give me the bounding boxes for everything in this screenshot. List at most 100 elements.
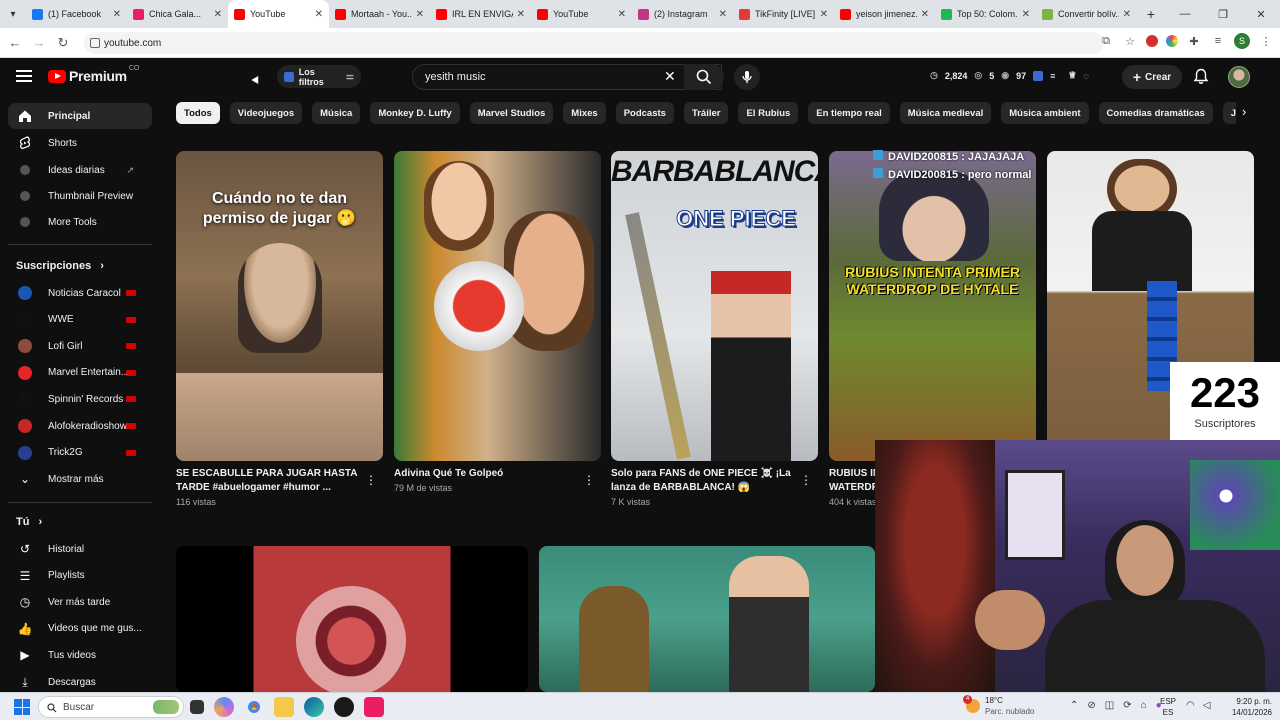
quick-settings[interactable]: ◠ ◁: [1186, 700, 1210, 711]
browser-tab[interactable]: YouTube ✕: [228, 0, 329, 28]
filters-button[interactable]: Los filtros ⚌: [277, 65, 361, 88]
trophy-icon[interactable]: ♕: [1068, 70, 1076, 81]
sidebar-subscription[interactable]: Trick2G: [8, 440, 152, 466]
clear-search-icon[interactable]: ✕: [664, 68, 676, 85]
tab-close-icon[interactable]: ✕: [1022, 9, 1030, 20]
tray-app-icon[interactable]: ⟳: [1123, 700, 1131, 711]
sidebar-subscription[interactable]: Noticias Caracol: [8, 280, 152, 306]
sidebar-item[interactable]: ☰ Playlists: [8, 563, 152, 589]
site-info-icon[interactable]: [90, 38, 100, 48]
youtube-premium-logo[interactable]: Premium CO: [48, 65, 139, 84]
filter-chip[interactable]: Tráiler: [683, 102, 729, 124]
sidebar-item-more-tools[interactable]: More Tools: [8, 209, 152, 235]
tab-close-icon[interactable]: ✕: [618, 9, 626, 20]
more-options-icon[interactable]: ⋮: [365, 473, 377, 487]
video-title[interactable]: Solo para FANS de ONE PIECE ☠️ ¡La lanza…: [611, 467, 796, 495]
sidebar-item[interactable]: ▶ Tus videos: [8, 642, 152, 668]
obs-icon[interactable]: [334, 697, 354, 717]
sidebar-subscription[interactable]: Spinnin' Records: [8, 386, 152, 412]
video-card[interactable]: Adivina Qué Te Golpeó 79 M de vistas ⋮: [394, 151, 601, 493]
filter-chip[interactable]: Música: [312, 102, 361, 124]
more-options-icon[interactable]: ⋮: [800, 473, 812, 487]
video-card[interactable]: BARBABLANCA ONE PIECE Solo para FANS de …: [611, 151, 818, 507]
tiktok-live-icon[interactable]: [364, 697, 384, 717]
browser-tab[interactable]: TikFinity [LIVE] ✕: [733, 0, 834, 28]
bookmark-star-icon[interactable]: ☆: [1122, 33, 1138, 49]
filter-chip[interactable]: Videojuegos: [229, 102, 303, 124]
browser-tab[interactable]: IRL EN ENVIGA... ✕: [430, 0, 531, 28]
cast-icon[interactable]: ⧉: [1098, 33, 1114, 49]
sidebar-item[interactable]: ◷ Ver más tarde: [8, 589, 152, 615]
minimize-icon[interactable]: —: [1166, 8, 1204, 20]
close-window-icon[interactable]: ✕: [1242, 8, 1280, 21]
filter-chip[interactable]: En tiempo real: [808, 102, 890, 124]
more-options-icon[interactable]: ⋮: [583, 473, 595, 487]
notifications-bell-icon[interactable]: [1193, 68, 1209, 90]
tray-chevron-icon[interactable]: ⌃: [1070, 700, 1078, 711]
menu-icon[interactable]: [16, 70, 32, 82]
sidebar-item-shorts[interactable]: Shorts: [8, 130, 152, 156]
video-thumbnail[interactable]: [176, 546, 528, 692]
list-icon[interactable]: ≡: [1050, 71, 1055, 81]
create-button[interactable]: + Crear: [1122, 65, 1182, 89]
back-icon[interactable]: ←: [3, 35, 27, 50]
taskbar-search[interactable]: Buscar: [38, 696, 184, 718]
task-view-icon[interactable]: [190, 700, 204, 714]
maximize-icon[interactable]: ❐: [1204, 8, 1242, 21]
filter-chip[interactable]: Comedias dramáticas: [1098, 102, 1213, 124]
tab-close-icon[interactable]: ✕: [820, 9, 828, 20]
weather-widget[interactable]: 4 18°C Parc. nublado: [963, 695, 1034, 717]
video-thumbnail[interactable]: BARBABLANCA ONE PIECE: [611, 151, 818, 461]
reload-icon[interactable]: ↻: [51, 35, 75, 51]
sidebar-item-principal[interactable]: Principal: [8, 103, 152, 129]
adblock-extension-icon[interactable]: [1146, 35, 1158, 47]
browser-tab[interactable]: Top 50: Colom... ✕: [935, 0, 1036, 28]
reading-list-icon[interactable]: ≡: [1210, 33, 1226, 49]
tab-close-icon[interactable]: ✕: [719, 9, 727, 20]
browser-tab[interactable]: YouTube ✕: [531, 0, 632, 28]
tab-close-icon[interactable]: ✕: [1123, 9, 1131, 20]
tray-app-icon[interactable]: ⊘: [1087, 700, 1095, 711]
sidebar-item[interactable]: 👍 Videos que me gus...: [8, 616, 152, 642]
browser-menu-icon[interactable]: ⋮: [1258, 33, 1274, 49]
color-extension-icon[interactable]: [1166, 35, 1178, 47]
you-heading[interactable]: Tú ›: [16, 516, 42, 528]
browser-tab[interactable]: (2) Instagram ✕: [632, 0, 733, 28]
filter-chip[interactable]: Música ambient: [1001, 102, 1089, 124]
copilot-icon[interactable]: [214, 697, 234, 717]
subscriptions-heading[interactable]: Suscripciones ›: [16, 260, 104, 272]
tab-close-icon[interactable]: ✕: [416, 9, 424, 20]
file-explorer-icon[interactable]: [274, 697, 294, 717]
tab-search-icon[interactable]: ▾: [0, 0, 26, 28]
extension-icon[interactable]: [1033, 70, 1044, 81]
windows-start-icon[interactable]: [14, 699, 30, 715]
filter-chip[interactable]: Monkey D. Luffy: [370, 102, 460, 124]
browser-tab[interactable]: Chica Gala... ✕: [127, 0, 228, 28]
tray-app-icon[interactable]: ◫: [1105, 700, 1114, 711]
chips-next-icon[interactable]: ›: [1242, 104, 1246, 119]
chat-icon[interactable]: ◌: [1083, 71, 1088, 81]
url-field[interactable]: youtube.com: [84, 32, 1104, 54]
tab-close-icon[interactable]: ✕: [315, 9, 323, 20]
sidebar-item[interactable]: ↺ Historial: [8, 536, 152, 562]
video-thumbnail[interactable]: RUBIUS INTENTA PRIMER WATERDROP DE HYTAL…: [829, 151, 1036, 461]
forward-icon[interactable]: →: [27, 35, 51, 50]
clock[interactable]: 9:20 p. m. 14/01/2026: [1224, 696, 1272, 718]
browser-tab[interactable]: Convertir bolív... ✕: [1036, 0, 1137, 28]
search-button[interactable]: [684, 64, 724, 90]
profile-avatar-icon[interactable]: S: [1234, 33, 1250, 49]
filter-chip[interactable]: El Rubius: [738, 102, 799, 124]
edge-icon[interactable]: [304, 697, 324, 717]
video-title[interactable]: SE ESCABULLE PARA JUGAR HASTA TARDE #abu…: [176, 467, 361, 495]
tab-close-icon[interactable]: ✕: [517, 9, 525, 20]
video-thumbnail[interactable]: [394, 151, 601, 461]
tray-app-icon[interactable]: ⌂: [1141, 700, 1147, 711]
browser-tab[interactable]: (1) Facebook ✕: [26, 0, 127, 28]
chrome-icon[interactable]: [244, 697, 264, 717]
language-indicator[interactable]: ESP ES: [1160, 696, 1176, 718]
video-thumbnail[interactable]: Cuándo no te dan permiso de jugar 🫢: [176, 151, 383, 461]
sidebar-subscription[interactable]: Lofi Girl: [8, 333, 152, 359]
filter-chip[interactable]: Todos: [176, 102, 220, 124]
voice-search-button[interactable]: [734, 64, 760, 90]
video-card[interactable]: Cuándo no te dan permiso de jugar 🫢 SE E…: [176, 151, 383, 507]
